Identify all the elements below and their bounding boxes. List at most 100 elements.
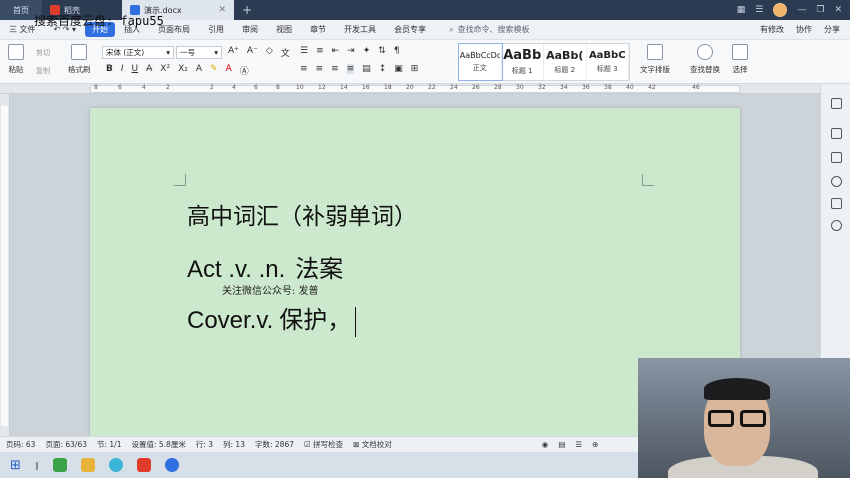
borders-icon[interactable]: ⊞ bbox=[411, 64, 419, 74]
distribute-icon[interactable]: ▤ bbox=[362, 64, 371, 74]
app-360-icon[interactable] bbox=[52, 458, 67, 472]
font-size-select[interactable]: 一号 ▾ bbox=[176, 46, 222, 59]
phonetic-icon[interactable]: 文 bbox=[281, 46, 290, 59]
style-heading-3[interactable]: AaBbC 标题 3 bbox=[587, 44, 629, 80]
avatar[interactable] bbox=[773, 3, 788, 17]
bold-button[interactable]: B bbox=[106, 64, 113, 77]
text-cursor bbox=[355, 306, 357, 337]
bullet-list-icon[interactable]: ☰ bbox=[300, 46, 308, 56]
justify-icon[interactable]: ≡ bbox=[346, 64, 355, 74]
minimize-icon[interactable]: — bbox=[797, 5, 806, 15]
style-heading-1[interactable]: AaBb 标题 1 bbox=[502, 44, 544, 80]
new-tab-button[interactable]: + bbox=[234, 3, 260, 17]
grid-icon[interactable]: ▦ bbox=[737, 5, 746, 15]
char-border-icon[interactable]: Ⓐ bbox=[240, 64, 249, 77]
location-icon[interactable] bbox=[831, 220, 842, 231]
chevron-up-icon[interactable] bbox=[831, 98, 842, 109]
select-button[interactable]: 选择 bbox=[732, 44, 748, 75]
ruler-mark: 4 bbox=[142, 84, 146, 91]
file-explorer-icon[interactable] bbox=[80, 458, 95, 472]
horizontal-ruler[interactable]: 8 6 4 2 2 4 6 8 10 12 14 16 18 20 22 24 … bbox=[0, 84, 820, 94]
web-view-icon[interactable]: ⊕ bbox=[592, 440, 598, 449]
underline-button[interactable]: U bbox=[132, 64, 139, 77]
outline-view-icon[interactable]: ☰ bbox=[575, 440, 582, 449]
align-left-icon[interactable]: ≡ bbox=[300, 64, 308, 74]
menu-item-view[interactable]: 视图 bbox=[267, 24, 301, 35]
chinese-layout-icon[interactable]: ✦ bbox=[363, 46, 371, 56]
windows-start-icon[interactable]: ⊞ bbox=[10, 458, 21, 473]
menu-item-developer[interactable]: 开发工具 bbox=[335, 24, 385, 35]
doc-line-cover-en: Cover.v. bbox=[187, 307, 274, 334]
outdent-icon[interactable]: ⇤ bbox=[332, 46, 340, 56]
format-painter-button[interactable]: 格式刷 bbox=[68, 44, 91, 75]
text-layout-label: 文字排版 bbox=[640, 65, 670, 74]
ruler-mark: 40 bbox=[626, 84, 634, 91]
proofread-button[interactable]: ⊠ 文档校对 bbox=[353, 439, 392, 450]
menu-item-chapter[interactable]: 章节 bbox=[301, 24, 335, 35]
cut-button[interactable]: 剪切 bbox=[36, 48, 50, 58]
font-name-select[interactable]: 宋体 (正文) ▾ bbox=[102, 46, 174, 59]
eye-protect-icon[interactable]: ◉ bbox=[542, 440, 549, 449]
status-section: 节: 1/1 bbox=[97, 440, 122, 449]
indent-icon[interactable]: ⇥ bbox=[347, 46, 355, 56]
pointer-icon[interactable] bbox=[831, 128, 842, 139]
find-replace-label: 查找替换 bbox=[690, 65, 720, 74]
paste-label: 粘贴 bbox=[8, 65, 24, 74]
share-button[interactable]: 分享 bbox=[824, 24, 840, 35]
doc-line-act[interactable]: Act .v. .n. 法案 bbox=[187, 249, 343, 284]
italic-button[interactable]: I bbox=[121, 64, 124, 77]
recorder-icon[interactable] bbox=[164, 458, 179, 472]
style-normal[interactable]: AaBbCcDd 正文 bbox=[458, 43, 503, 81]
line-spacing-icon[interactable]: ↕ bbox=[379, 64, 387, 74]
status-pages[interactable]: 页面: 63/63 bbox=[45, 439, 87, 450]
wps-taskbar-icon[interactable] bbox=[136, 458, 151, 472]
style-normal-preview: AaBbCcDd bbox=[459, 51, 500, 60]
menu-item-references[interactable]: 引用 bbox=[199, 24, 233, 35]
style-heading-2[interactable]: AaBb( 标题 2 bbox=[544, 44, 587, 80]
text-effect-icon[interactable]: A bbox=[196, 64, 202, 77]
clear-format-icon[interactable]: ◇ bbox=[266, 46, 273, 59]
restore-icon[interactable]: ❐ bbox=[816, 5, 824, 15]
command-search[interactable]: ⌕ 查找命令、搜索模板 bbox=[449, 24, 529, 35]
show-marks-icon[interactable]: ¶ bbox=[394, 46, 400, 56]
presenter-glasses bbox=[704, 410, 770, 428]
collaborate-button[interactable]: 协作 bbox=[796, 24, 812, 35]
subscript-icon[interactable]: X₂ bbox=[178, 64, 188, 77]
shading-icon[interactable]: ▣ bbox=[394, 64, 403, 74]
highlight-icon[interactable]: ✎ bbox=[210, 64, 218, 77]
close-window-icon[interactable]: ✕ bbox=[834, 5, 842, 15]
vertical-ruler[interactable] bbox=[0, 94, 10, 436]
sort-icon[interactable]: ⇅ bbox=[378, 46, 386, 56]
task-view-icon[interactable]: ∥ bbox=[35, 461, 39, 470]
ruler-mark: 28 bbox=[494, 84, 502, 91]
status-words[interactable]: 字数: 2867 bbox=[255, 439, 294, 450]
paste-button[interactable]: 粘贴 bbox=[8, 44, 24, 75]
doc-heading[interactable]: 高中词汇（补弱单词） bbox=[187, 197, 417, 231]
text-layout-button[interactable]: 文字排版 bbox=[640, 44, 670, 75]
help-icon[interactable] bbox=[831, 176, 842, 187]
changes-button[interactable]: 有修改 bbox=[760, 24, 784, 35]
menu-item-member[interactable]: 会员专享 bbox=[385, 24, 435, 35]
align-right-icon[interactable]: ≡ bbox=[331, 64, 339, 74]
align-center-icon[interactable]: ≡ bbox=[316, 64, 324, 74]
ruler-mark: 26 bbox=[472, 84, 480, 91]
menu-icon[interactable]: ☰ bbox=[755, 5, 763, 15]
properties-icon[interactable] bbox=[831, 152, 842, 163]
find-replace-button[interactable]: 查找替换 bbox=[690, 44, 720, 75]
select-label: 选择 bbox=[732, 65, 748, 74]
browser-icon[interactable] bbox=[108, 458, 123, 472]
close-tab-icon[interactable]: ✕ bbox=[218, 5, 226, 15]
font-color-icon[interactable]: A bbox=[226, 64, 232, 77]
backup-icon[interactable] bbox=[831, 198, 842, 209]
strikethrough-icon[interactable]: A̶ bbox=[146, 64, 152, 77]
spell-check-button[interactable]: ☑ 拼写检查 bbox=[304, 439, 343, 450]
page-view-icon[interactable]: ▤ bbox=[558, 440, 565, 449]
grow-font-icon[interactable]: A⁺ bbox=[228, 46, 239, 59]
shrink-font-icon[interactable]: A⁻ bbox=[247, 46, 258, 59]
paste-icon bbox=[8, 44, 24, 60]
menu-item-review[interactable]: 审阅 bbox=[233, 24, 267, 35]
doc-line-cover[interactable]: Cover.v. 保护， bbox=[187, 300, 357, 337]
superscript-icon[interactable]: X² bbox=[160, 64, 170, 77]
numbered-list-icon[interactable]: ≡ bbox=[316, 46, 324, 56]
copy-button[interactable]: 复制 bbox=[36, 66, 50, 76]
